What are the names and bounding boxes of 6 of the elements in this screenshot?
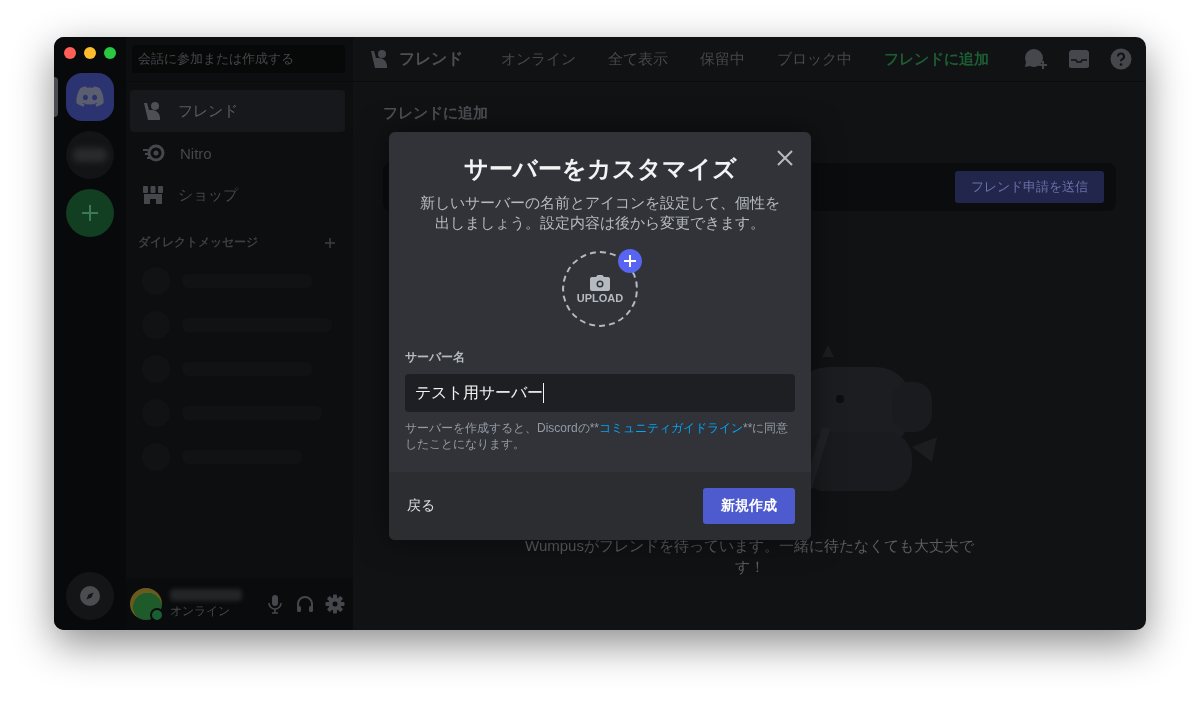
terms-text: サーバーを作成すると、Discordの**コミュニティガイドライン**に同意したことになります。 — [405, 420, 790, 452]
page-title: フレンド — [399, 48, 463, 69]
field-label: サーバー名 — [405, 349, 466, 366]
dialog-title: サーバーをカスタマイズ — [463, 154, 737, 184]
section-title: フレンドに追加 — [383, 104, 489, 123]
dialog-description: 新しいサーバーの名前とアイコンを設定して、個性を出しましょう。設定内容は後から変更できます。 — [419, 193, 781, 233]
